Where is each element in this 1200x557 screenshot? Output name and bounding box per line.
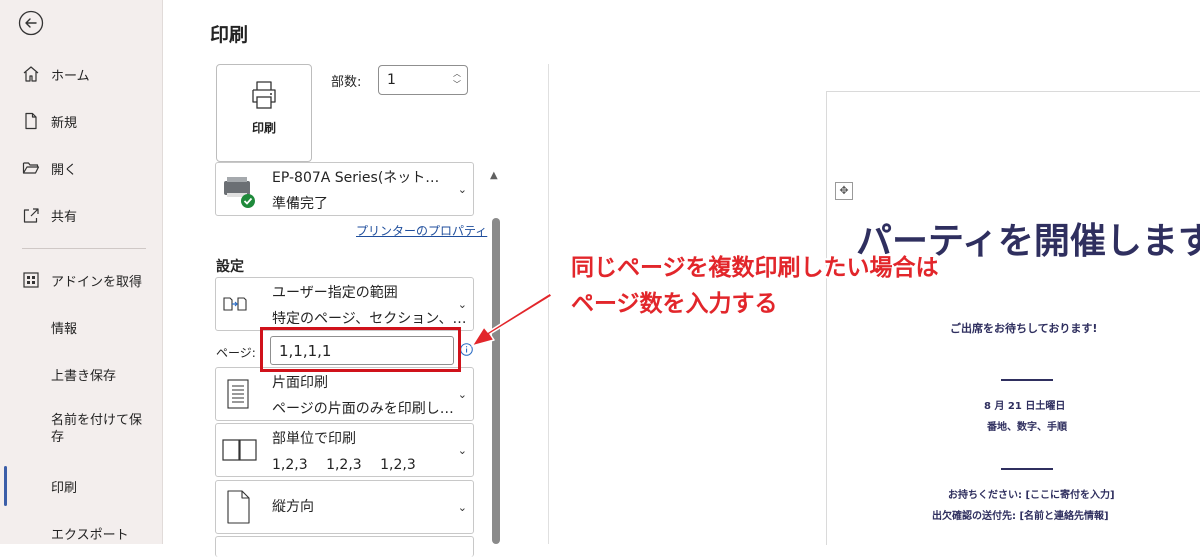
- sidebar-divider: [22, 248, 146, 249]
- annotation-callout-line2: ページ数を入力する: [571, 291, 778, 317]
- preview-divider: [1001, 468, 1053, 470]
- folder-open-icon: [22, 159, 40, 177]
- sidebar-item-label: ホーム: [51, 68, 90, 84]
- annotation-highlight-box: [260, 327, 461, 372]
- range-subtitle: 特定のページ、セクション、…: [272, 311, 467, 327]
- print-range-select[interactable]: ユーザー指定の範囲 特定のページ、セクション、… ⌄: [215, 277, 474, 331]
- sidebar-item-info[interactable]: 情報: [0, 309, 162, 345]
- page-title: 印刷: [210, 24, 249, 46]
- custom-range-icon: [223, 297, 247, 311]
- new-document-icon: [22, 112, 40, 130]
- paper-size-select[interactable]: [215, 536, 474, 557]
- preview-rsvp: 出欠確認の送付先: [名前と連絡先情報]: [932, 511, 1109, 522]
- printer-device-icon: [224, 177, 255, 208]
- chevron-down-icon: ⌄: [457, 388, 467, 401]
- sidebar-item-new[interactable]: 新規: [0, 103, 162, 139]
- print-button[interactable]: 印刷: [216, 64, 312, 162]
- sidebar-item-label: エクスポート: [51, 527, 129, 543]
- collate-title: 部単位で印刷: [272, 431, 356, 447]
- sidebar-item-label: 共有: [51, 209, 78, 225]
- sidebar-item-label: アドインを取得: [51, 274, 143, 290]
- share-icon: [22, 206, 40, 224]
- chevron-down-icon: ⌄: [457, 444, 467, 457]
- settings-heading: 設定: [216, 259, 244, 275]
- collate-subtitle: 1,2,3 1,2,3 1,2,3: [272, 457, 416, 473]
- sidebar-item-label: 開く: [51, 162, 78, 178]
- preview-page: [826, 91, 1200, 545]
- print-button-label: 印刷: [251, 121, 276, 135]
- back-arrow-icon: [18, 10, 44, 36]
- copies-stepper[interactable]: 1 ︿ ﹀: [378, 65, 468, 95]
- sides-subtitle: ページの片面のみを印刷し…: [272, 401, 454, 417]
- sidebar-item-label: 新規: [51, 115, 78, 131]
- preview-bring: お持ちください: [ここに寄付を入力]: [948, 490, 1115, 501]
- range-title: ユーザー指定の範囲: [272, 285, 398, 301]
- printer-properties-link[interactable]: プリンターのプロパティ: [356, 222, 487, 239]
- pages-label: ページ:: [216, 346, 256, 360]
- move-handle-icon[interactable]: ✥: [835, 182, 853, 200]
- annotation-arrow-icon: [471, 292, 553, 347]
- back-button[interactable]: [18, 10, 44, 36]
- preview-tagline: ご出席をお待ちしております!: [950, 322, 1098, 335]
- decrement-icon[interactable]: ﹀: [453, 81, 461, 89]
- printer-name: EP-807A Series(ネット…: [272, 170, 440, 186]
- sides-title: 片面印刷: [272, 375, 328, 391]
- printer-icon: [252, 81, 276, 109]
- sidebar-item-export[interactable]: エクスポート: [0, 515, 162, 551]
- sidebar-item-label: 情報: [51, 321, 78, 337]
- orientation-select[interactable]: 縦方向 ⌄: [215, 480, 474, 534]
- sidebar-item-label: 印刷: [51, 480, 78, 496]
- backstage-sidebar: ホーム 新規 開く 共有 アドインを取得 情報 上書き保存 名前を付けて保存 印…: [0, 0, 163, 544]
- preview-address: 番地、数字、手順: [987, 422, 1067, 433]
- collated-icon: [222, 439, 257, 461]
- sidebar-item-print[interactable]: 印刷: [0, 468, 162, 504]
- preview-date: 8 月 21 日土曜日: [984, 401, 1066, 412]
- preview-divider: [1001, 379, 1053, 381]
- home-icon: [22, 65, 40, 83]
- annotation-callout-line1: 同じページを複数印刷したい場合は: [571, 255, 939, 281]
- sidebar-item-share[interactable]: 共有: [0, 197, 162, 233]
- sidebar-item-label: 上書き保存: [51, 368, 117, 384]
- chevron-down-icon: ⌄: [457, 501, 467, 514]
- sidebar-item-open[interactable]: 開く: [0, 150, 162, 186]
- scrollbar-thumb[interactable]: [492, 218, 500, 544]
- sidebar-item-label: 名前を付けて保存: [51, 413, 143, 445]
- sidebar-item-save[interactable]: 上書き保存: [0, 356, 162, 392]
- orientation-title: 縦方向: [272, 499, 314, 515]
- sidebar-item-get-addins[interactable]: アドインを取得: [0, 262, 162, 298]
- copies-value: 1: [387, 72, 396, 88]
- collate-select[interactable]: 部単位で印刷 1,2,3 1,2,3 1,2,3 ⌄: [215, 423, 474, 477]
- scroll-up-icon[interactable]: ▲: [490, 170, 498, 181]
- sidebar-item-save-as[interactable]: 名前を付けて保存: [0, 412, 162, 452]
- portrait-icon: [227, 490, 250, 524]
- chevron-down-icon: ⌄: [457, 183, 467, 196]
- increment-icon[interactable]: ︿: [453, 70, 461, 78]
- printer-status: 準備完了: [272, 196, 328, 212]
- sidebar-item-home[interactable]: ホーム: [0, 56, 162, 92]
- printer-select[interactable]: EP-807A Series(ネット… 準備完了 ⌄: [215, 162, 474, 216]
- addins-grid-icon: [22, 271, 40, 289]
- one-sided-icon: [227, 379, 249, 409]
- copies-label: 部数:: [331, 75, 362, 90]
- sides-select[interactable]: 片面印刷 ページの片面のみを印刷し… ⌄: [215, 367, 474, 421]
